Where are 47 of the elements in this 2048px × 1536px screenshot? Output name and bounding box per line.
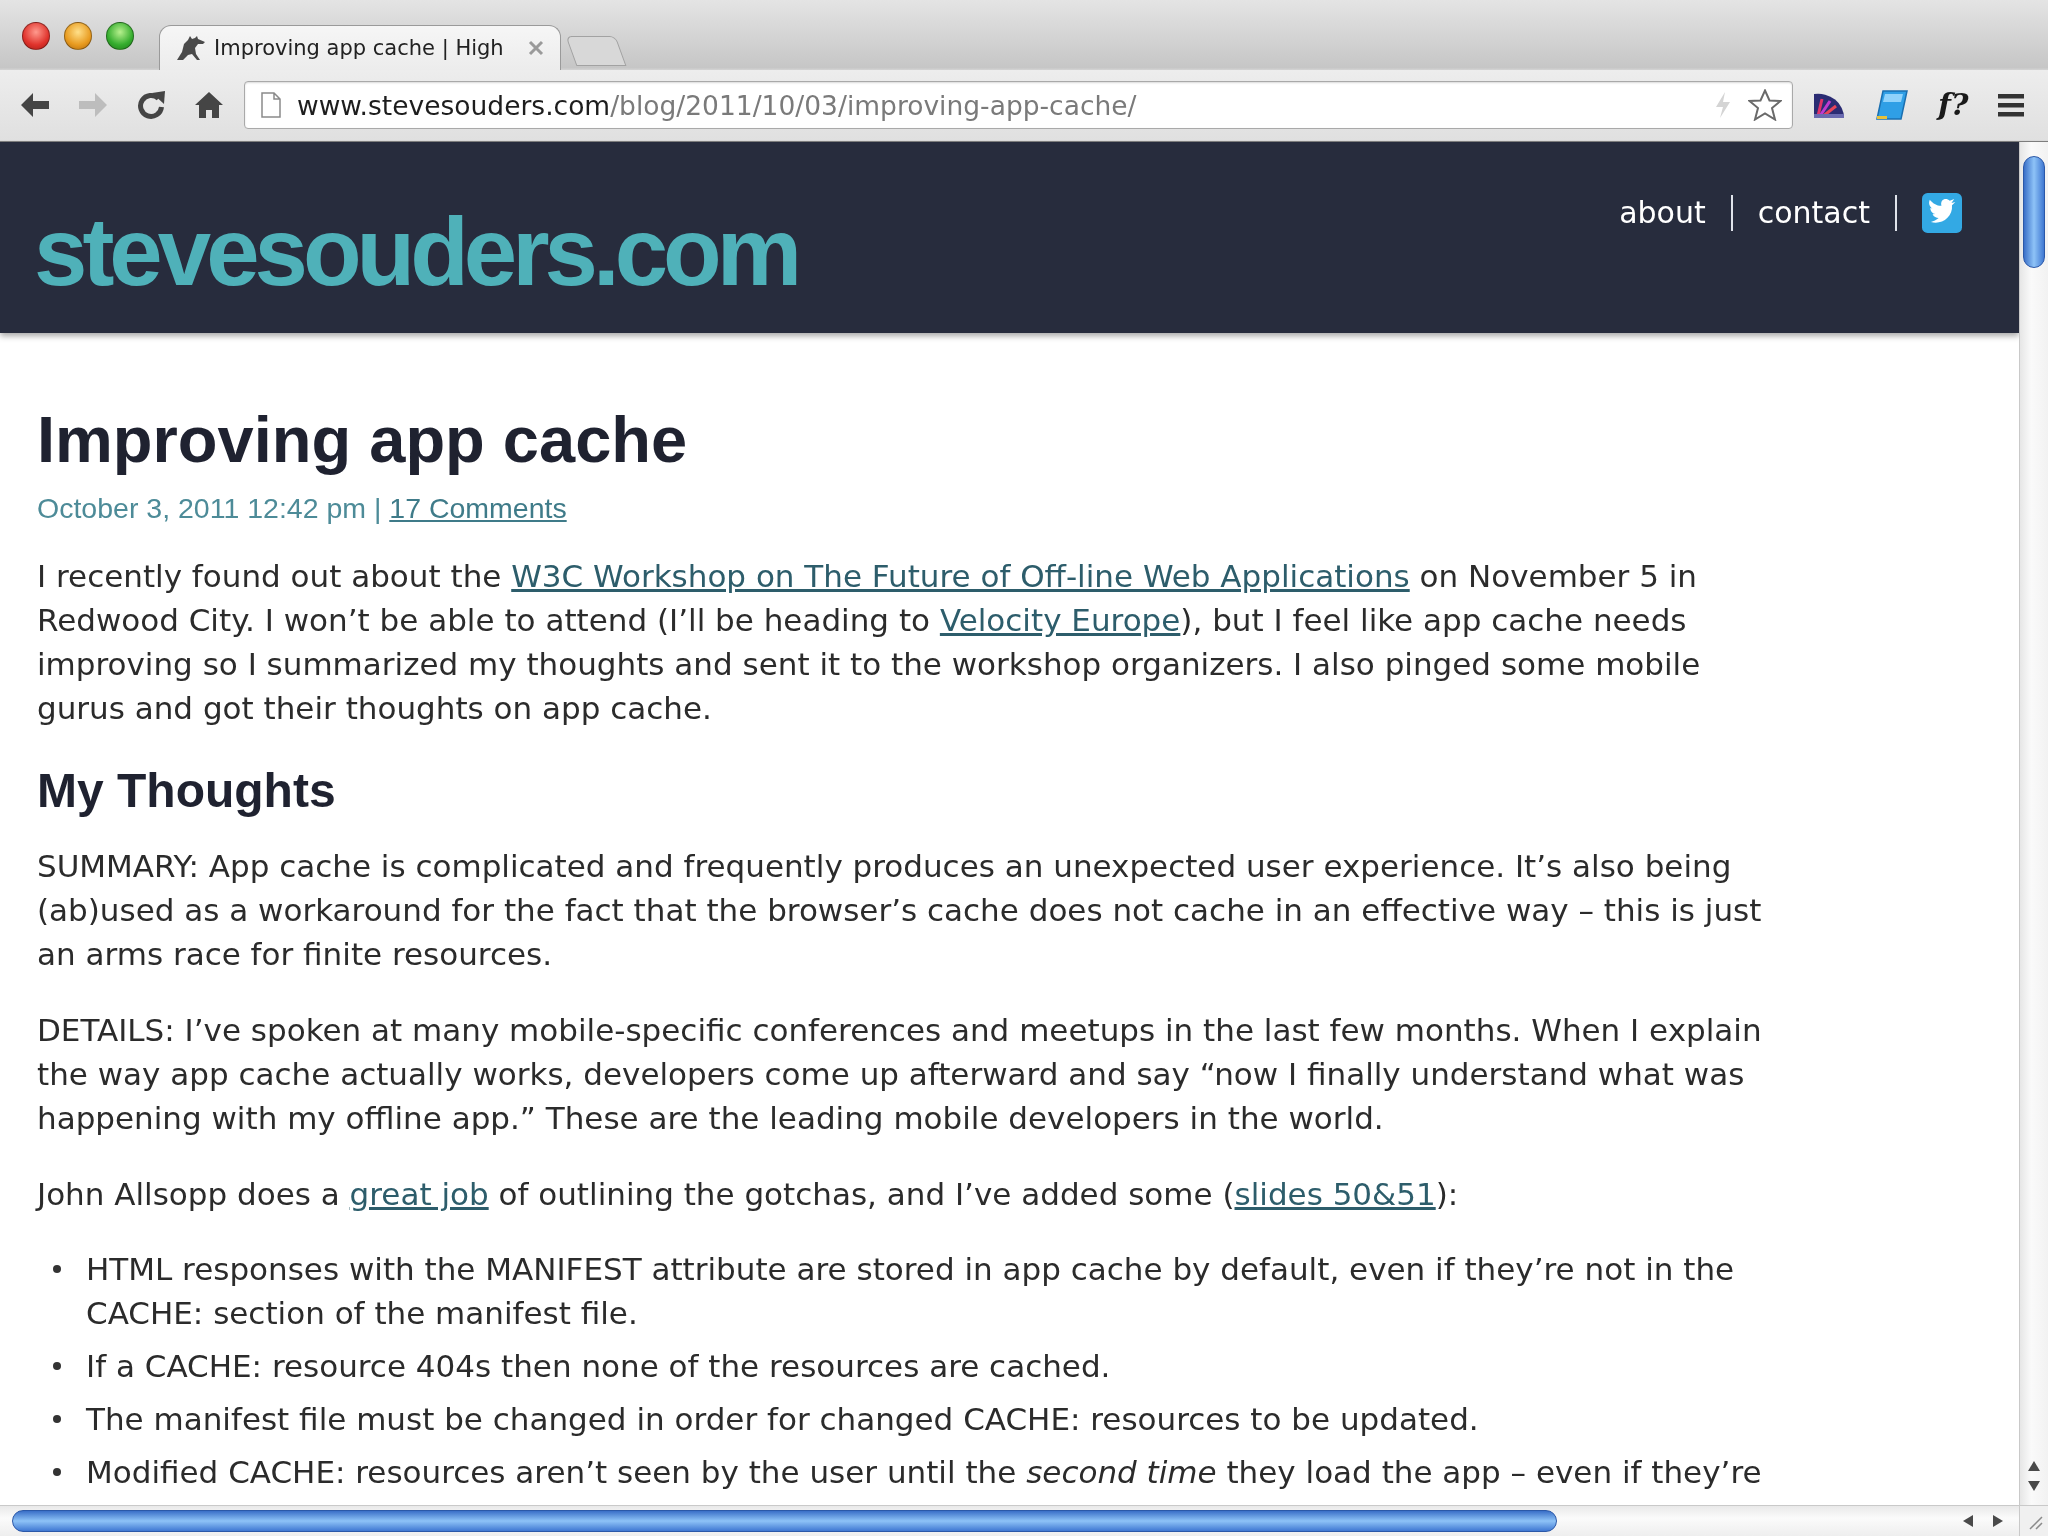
nav-link[interactable]: about [1619, 193, 1706, 233]
left-arrow-icon[interactable] [1963, 1515, 1973, 1527]
scrollbar-thumb[interactable] [12, 1510, 1557, 1532]
up-arrow-icon[interactable] [2028, 1461, 2040, 1471]
comments-link[interactable]: 17 Comments [389, 492, 567, 524]
site-logo[interactable]: stevesouders.com [34, 204, 798, 300]
star-icon[interactable] [1748, 89, 1782, 121]
window-close-icon[interactable] [22, 22, 50, 50]
down-arrow-icon[interactable] [2028, 1481, 2040, 1491]
text-link[interactable]: great job [349, 1176, 489, 1212]
paragraph: I recently found out about the W3C Workshop on The Future of Off-line Web Applications on November 5 in Redwood City. I won’t be able to attend (I’ll be heading to Velocity Europe), but I feel like app cache needs improving so I summarized my thoughts and sent it to the workshop organizers. I also pinged some mobile gurus and got their thoughts on app cache. [37, 557, 1702, 728]
window-minimize-icon[interactable] [64, 22, 92, 50]
list-item-text: The manifest file must be changed in order for changed CACHE: resources to be updated. [86, 1400, 1479, 1439]
bullet-icon [53, 1415, 61, 1423]
back-icon[interactable] [20, 92, 50, 118]
browser-tab[interactable]: Improving app cache | High [159, 25, 561, 70]
horizontal-scrollbar[interactable] [0, 1505, 2019, 1536]
list-item-text: If a CACHE: resource 404s then none of the resources are cached. [86, 1347, 1111, 1386]
bullet-icon [53, 1265, 61, 1273]
bullet-icon [53, 1362, 61, 1370]
text-link[interactable]: slides 50&51 [1234, 1176, 1436, 1212]
window-zoom-icon[interactable] [106, 22, 134, 50]
home-icon[interactable] [194, 91, 224, 119]
text-link[interactable]: Velocity Europe [939, 602, 1181, 638]
nav-link[interactable]: contact [1757, 193, 1870, 233]
scrollbar-thumb[interactable] [2023, 156, 2045, 268]
bullet-icon [53, 1468, 61, 1476]
list-item-text: Modified CACHE: resources aren’t seen by the user until the second time they load the app – even if they’re [86, 1453, 1762, 1492]
reload-icon[interactable] [136, 90, 166, 120]
dog-icon [176, 35, 206, 61]
close-icon[interactable] [528, 40, 544, 56]
address-bar[interactable]: www.stevesouders.com/blog/2011/10/03/improving-app-cache/ [244, 81, 1793, 129]
vertical-scrollbar[interactable] [2019, 142, 2048, 1505]
text-link[interactable]: W3C Workshop on The Future of Off-line Web Applications [511, 558, 1410, 594]
menu-icon[interactable] [1998, 92, 2025, 118]
tile-icon[interactable] [1876, 90, 1908, 120]
paragraph: DETAILS: I’ve spoken at many mobile-specific conferences and meetups in the last few months. When I explain the way app cache actually works, developers come up afterward and say “now I finally understand what was happening with my offline app.” These are the leading mobile developers in the world. [37, 1011, 1763, 1138]
bird-icon[interactable] [1922, 193, 1962, 233]
paragraph: John Allsopp does a great job of outlining the gotchas, and I’ve added some (slides 50&51): [37, 1175, 1460, 1214]
section-heading: My Thoughts [37, 763, 337, 819]
extension-button[interactable]: f? [1938, 88, 1969, 122]
post-meta: October 3, 2011 12:42 pm | 17 Comments [37, 491, 568, 526]
paragraph: SUMMARY: App cache is complicated and frequently produces an unexpected user experience. It’s also being (ab)used as a workaround for the fact that the browser’s cache does not cache in an effective way – this is just an arms race for finite resources. [37, 847, 1763, 974]
page-icon [261, 92, 281, 118]
list-item-text: HTML responses with the MANIFEST attribute are stored in app cache by default, even if they’re not in the CACHE: section of the manifest file. [86, 1250, 1736, 1333]
post-title: Improving app cache [37, 402, 689, 478]
right-arrow-icon[interactable] [1993, 1515, 2003, 1527]
